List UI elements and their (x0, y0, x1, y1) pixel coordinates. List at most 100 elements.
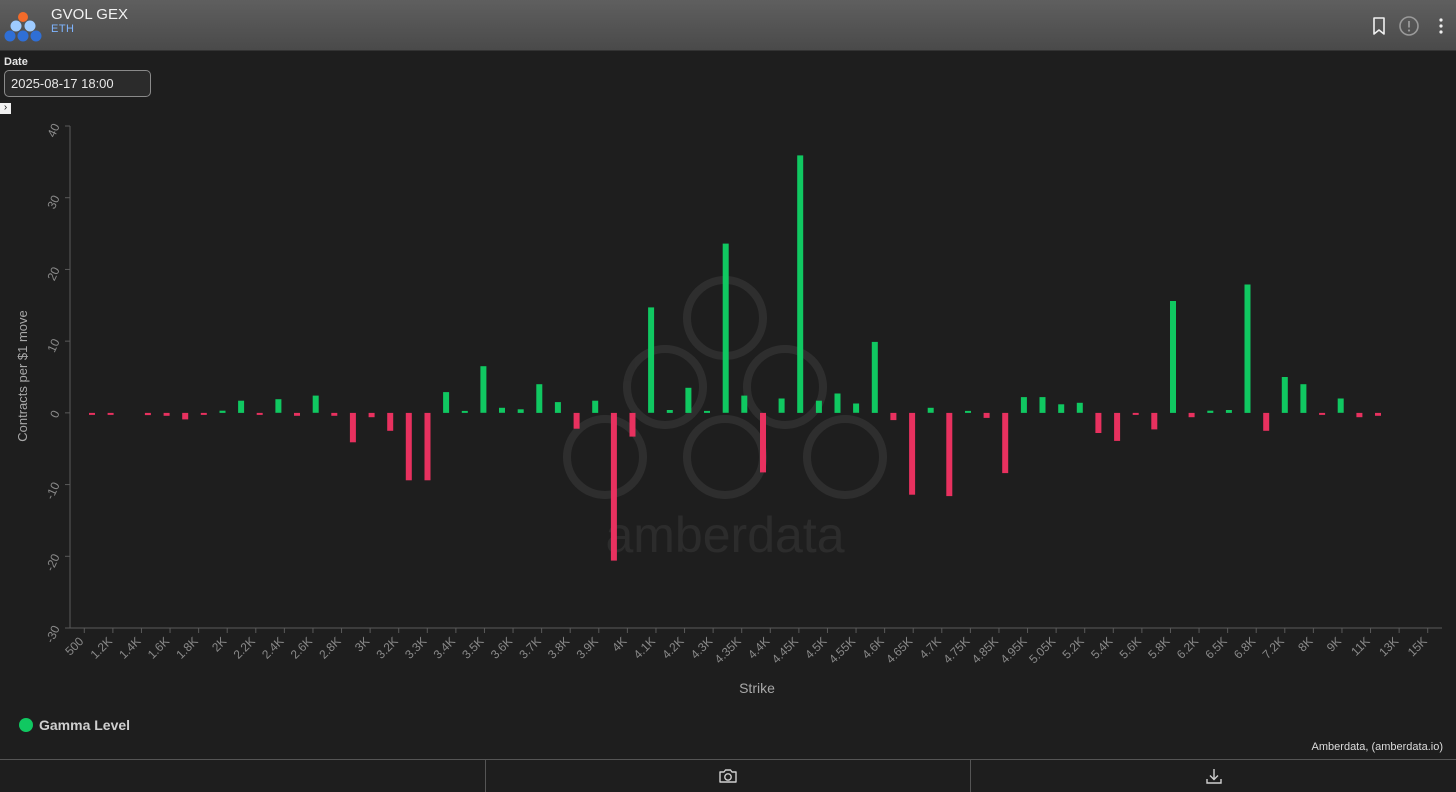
x-tick-label: 3K (352, 634, 372, 654)
gex-bar[interactable] (349, 412, 356, 443)
gex-bar[interactable] (704, 410, 710, 413)
more-vertical-icon[interactable] (1430, 15, 1452, 37)
gex-bar[interactable] (927, 407, 934, 413)
gex-bar[interactable] (573, 412, 580, 429)
gex-bar[interactable] (610, 412, 617, 561)
gex-bar[interactable] (405, 412, 412, 481)
gex-bar[interactable] (871, 341, 878, 413)
gex-bar[interactable] (1281, 377, 1288, 413)
gex-bar[interactable] (1225, 410, 1232, 413)
gex-bar[interactable] (1375, 412, 1381, 416)
x-tick-label: 1.8K (173, 634, 200, 661)
gex-bar[interactable] (1002, 412, 1009, 474)
gex-bar[interactable] (1020, 397, 1027, 413)
gex-bar[interactable] (200, 412, 207, 415)
gex-bar[interactable] (1095, 412, 1102, 433)
gex-bar[interactable] (387, 412, 394, 431)
gex-bar[interactable] (499, 407, 505, 413)
x-tick-label: 6.2K (1174, 634, 1201, 661)
gex-bar[interactable] (424, 412, 431, 481)
x-tick-label: 4.1K (631, 634, 658, 661)
gex-bar[interactable] (1151, 412, 1158, 430)
gex-bar[interactable] (592, 400, 599, 413)
bookmark-icon[interactable] (1368, 15, 1390, 37)
legend-item-gamma-level[interactable]: Gamma Level (19, 717, 130, 733)
x-tick-label: 15K (1405, 634, 1430, 659)
gex-bar[interactable] (312, 395, 319, 413)
gex-bar[interactable] (797, 155, 804, 413)
gex-bar[interactable] (554, 402, 561, 413)
x-tick-label: 4.55K (826, 634, 858, 666)
gex-bar[interactable] (1132, 412, 1139, 415)
x-tick-label: 4.95K (998, 634, 1030, 666)
gex-bar[interactable] (815, 400, 822, 413)
gex-bar[interactable] (760, 412, 766, 473)
gex-bar[interactable] (238, 400, 245, 413)
info-icon[interactable] (1398, 15, 1420, 37)
gex-bar[interactable] (219, 410, 226, 413)
gex-bar[interactable] (144, 412, 151, 416)
gex-bar[interactable] (517, 409, 524, 413)
gex-bar[interactable] (1300, 384, 1307, 413)
x-tick-label: 5.8K (1145, 634, 1172, 661)
gex-bar[interactable] (778, 398, 785, 413)
gex-bar[interactable] (1114, 412, 1121, 441)
gex-bar[interactable] (946, 412, 953, 497)
x-tick-label: 4.2K (659, 634, 686, 661)
gex-bar[interactable] (1356, 412, 1363, 418)
gex-bar[interactable] (107, 412, 114, 415)
download-icon[interactable] (1204, 767, 1224, 785)
gex-bar[interactable] (685, 387, 692, 413)
gex-bar[interactable] (722, 243, 729, 413)
gex-bar[interactable] (629, 412, 636, 437)
gex-bar[interactable] (294, 412, 300, 416)
gex-bar[interactable] (1319, 412, 1326, 415)
gex-bar[interactable] (163, 412, 170, 416)
camera-icon[interactable] (718, 767, 738, 785)
date-input[interactable] (4, 70, 151, 97)
gex-bar[interactable] (1244, 284, 1251, 413)
gex-bar[interactable] (1337, 398, 1344, 413)
gex-bar[interactable] (275, 399, 282, 413)
gex-bar[interactable] (182, 412, 189, 420)
x-tick-label: 4.85K (969, 634, 1001, 666)
x-tick-labels: 500 1.2K 1.4K 1.6K 1.8K 2K 2.2K 2.4K 2.6K 2.8K 3K 3… (62, 628, 1430, 666)
gex-bar[interactable] (1263, 412, 1270, 431)
x-tick-label: 1.2K (88, 634, 115, 661)
gex-bar[interactable] (890, 412, 897, 421)
download-cell (971, 760, 1456, 792)
y-tick-label: 10 (44, 336, 62, 354)
gex-bar[interactable] (443, 392, 450, 413)
gex-bar[interactable] (853, 403, 860, 413)
gex-bar[interactable] (89, 412, 95, 415)
asset-subtitle: ETH (51, 23, 75, 35)
x-tick-label: 3.2K (373, 634, 400, 661)
gex-bar[interactable] (834, 393, 841, 413)
screenshot-cell (486, 760, 972, 792)
gex-bar[interactable] (965, 410, 971, 413)
gex-bar[interactable] (741, 395, 748, 413)
gex-bar[interactable] (256, 412, 263, 415)
gex-bar-chart: amberdata 500 1.2K 1.4K 1.6K 1.8K 2K 2.2K 2.4K 2… (15, 121, 1442, 696)
gex-bar[interactable] (1170, 301, 1176, 413)
gex-bar[interactable] (909, 412, 916, 495)
gex-bar[interactable] (648, 307, 655, 413)
gex-bar[interactable] (983, 412, 990, 418)
gex-bar[interactable] (1058, 404, 1065, 413)
x-tick-label: 2.2K (231, 634, 258, 661)
y-tick-label: 30 (44, 193, 62, 211)
gex-bar[interactable] (461, 410, 468, 413)
gex-bar[interactable] (331, 412, 338, 416)
gex-bar[interactable] (1188, 412, 1195, 418)
y-tick-label: 20 (44, 264, 62, 282)
gex-bar[interactable] (536, 384, 543, 413)
gex-bar[interactable] (480, 366, 487, 413)
app-header: GVOL GEX ETH (0, 0, 1456, 51)
gex-bar[interactable] (1039, 397, 1046, 413)
gex-bar[interactable] (368, 412, 375, 418)
gex-bar[interactable] (1207, 410, 1214, 413)
x-tick-label: 5.6K (1117, 634, 1144, 661)
x-tick-label: 13K (1376, 634, 1401, 659)
gex-bar[interactable] (1076, 402, 1083, 413)
gex-bar[interactable] (666, 410, 673, 413)
